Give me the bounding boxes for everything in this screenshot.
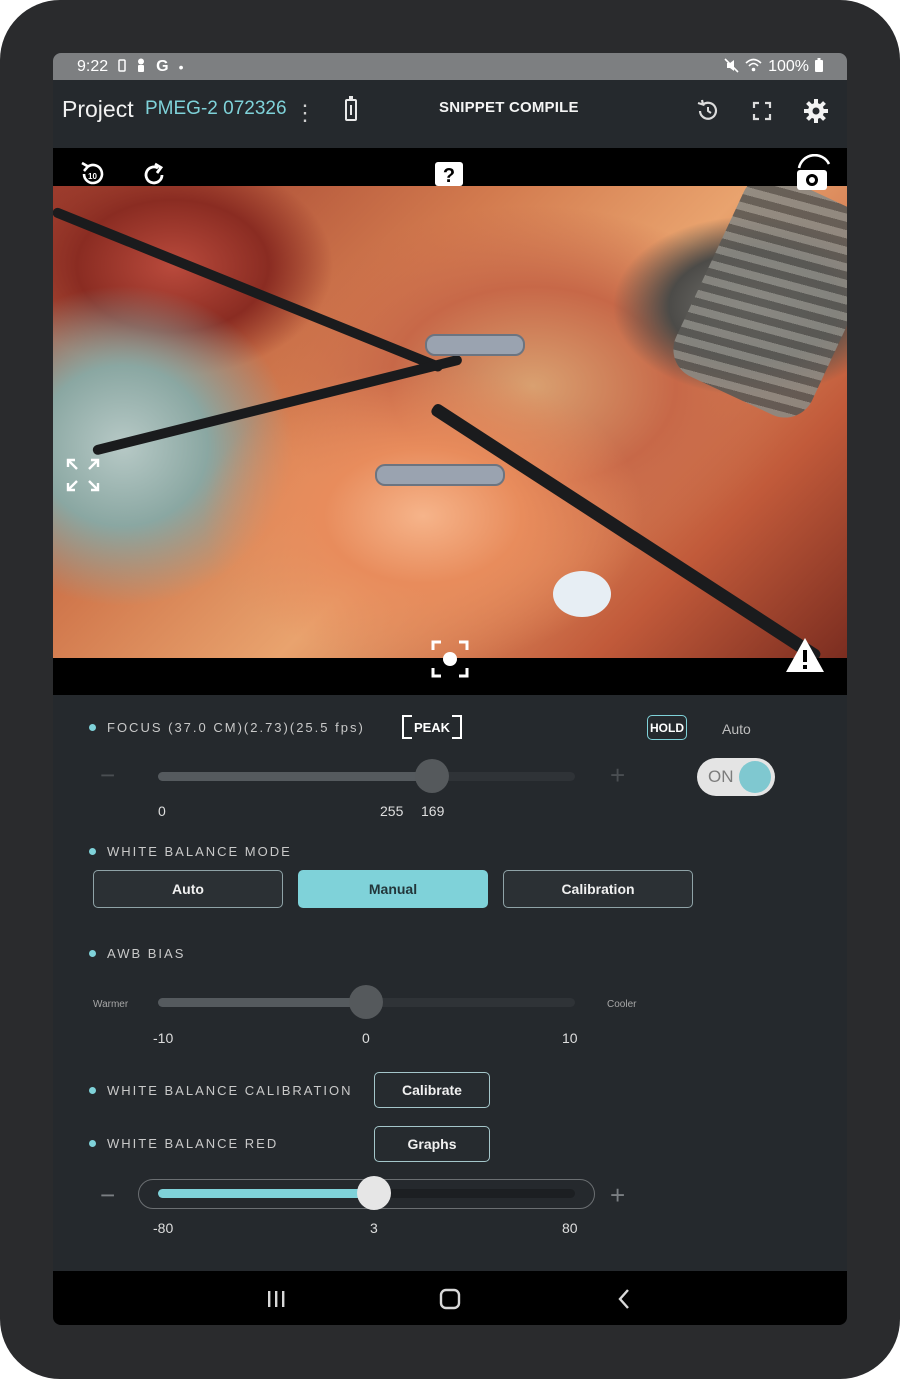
focus-increment-button[interactable]: +: [610, 762, 625, 788]
home-icon[interactable]: [435, 1285, 465, 1313]
refresh-icon[interactable]: [139, 160, 169, 190]
sim-icon: [118, 58, 126, 75]
help-icon[interactable]: ?: [434, 160, 464, 190]
focus-section-label: FOCUS (37.0 CM)(2.73)(25.5 fps): [89, 720, 365, 735]
awb-warmer-label: Warmer: [93, 999, 129, 1010]
svg-text:10: 10: [88, 172, 97, 181]
section-bullet: [89, 848, 96, 855]
awb-value-label: 0: [362, 1030, 370, 1046]
wb-mode-auto-button[interactable]: Auto: [93, 870, 283, 908]
focus-auto-label: Auto: [722, 721, 751, 737]
dot-icon: •: [178, 58, 184, 75]
wb-red-slider-thumb[interactable]: [357, 1176, 391, 1210]
status-time: 9:22: [77, 57, 109, 75]
history-icon[interactable]: [691, 94, 725, 128]
video-feed[interactable]: 10 ?: [53, 148, 847, 695]
wb-mode-label: WHITE BALANCE MODE: [107, 844, 292, 859]
wb-mode-calibration-button[interactable]: Calibration: [503, 870, 693, 908]
instrument: [429, 402, 823, 658]
battery-icon: [815, 58, 823, 75]
focus-value-label: 169: [421, 803, 445, 819]
calibrate-button[interactable]: Calibrate: [374, 1072, 490, 1108]
wb-red-decrement-button[interactable]: −: [100, 1182, 115, 1208]
pledget: [375, 464, 505, 486]
awb-max-label: 10: [562, 1030, 578, 1046]
awb-bias-label: AWB BIAS: [107, 946, 186, 961]
device-battery-icon: [345, 96, 357, 121]
section-bullet: [89, 724, 96, 731]
focus-min-label: 0: [158, 803, 166, 819]
settings-gear-icon[interactable]: [799, 94, 833, 128]
tablet-frame: 9:22 G • 100% Project PMEG-2 072326 ⋮ SN…: [0, 0, 900, 1379]
awb-slider-thumb[interactable]: [349, 985, 383, 1019]
graphs-button[interactable]: Graphs: [374, 1126, 490, 1162]
focus-slider-fill: [158, 772, 432, 781]
more-options-icon[interactable]: ⋮: [294, 97, 316, 129]
wifi-icon: [745, 58, 762, 75]
toggle-knob: [739, 761, 771, 793]
svg-text:?: ?: [443, 165, 455, 187]
project-label: Project: [62, 96, 134, 122]
wb-mode-section-label: WHITE BALANCE MODE: [89, 844, 292, 859]
mute-icon: [724, 57, 739, 76]
wb-red-label: WHITE BALANCE RED: [107, 1136, 279, 1151]
wb-red-section-label: WHITE BALANCE RED: [89, 1136, 278, 1151]
wb-calibration-label: WHITE BALANCE CALIBRATION: [107, 1083, 353, 1098]
snippet-compile-button[interactable]: SNIPPET COMPILE: [439, 99, 579, 116]
focus-label: FOCUS (37.0 CM)(2.73)(25.5 fps): [107, 720, 365, 735]
android-nav-bar: [53, 1271, 847, 1325]
hold-button[interactable]: HOLD: [647, 715, 687, 740]
toggle-on-label: ON: [708, 767, 734, 786]
wb-calibration-section-label: WHITE BALANCE CALIBRATION: [89, 1083, 353, 1098]
warning-icon[interactable]: [784, 635, 826, 675]
expand-icon[interactable]: [65, 457, 101, 493]
instrument: [91, 354, 463, 456]
suction-tube: [663, 186, 847, 428]
wb-red-max-label: 80: [562, 1220, 578, 1236]
wb-red-increment-button[interactable]: +: [610, 1182, 625, 1208]
awb-cooler-label: Cooler: [607, 999, 637, 1010]
pledget: [425, 334, 525, 356]
instrument: [53, 206, 445, 373]
focus-decrement-button[interactable]: −: [100, 762, 115, 788]
screen: 9:22 G • 100% Project PMEG-2 072326 ⋮ SN…: [53, 53, 847, 1325]
sponge: [553, 571, 611, 617]
surgical-video-image: [53, 186, 847, 658]
wb-red-min-label: -80: [153, 1220, 174, 1236]
focus-slider-thumb[interactable]: [415, 759, 449, 793]
battery-percent: 100%: [768, 57, 809, 75]
fullscreen-icon[interactable]: [745, 94, 779, 128]
awb-bias-section-label: AWB BIAS: [89, 946, 185, 961]
focus-max-label: 255: [380, 803, 404, 819]
person-icon: [136, 58, 146, 75]
focus-target-icon[interactable]: [430, 639, 470, 679]
section-bullet: [89, 950, 96, 957]
focus-auto-toggle[interactable]: ON: [697, 758, 775, 796]
section-bullet: [89, 1087, 96, 1094]
back-icon[interactable]: [609, 1285, 639, 1313]
project-name[interactable]: PMEG-2 072326: [145, 98, 287, 120]
app-header: Project PMEG-2 072326 ⋮ SNIPPET COMPILE: [53, 80, 847, 148]
camera-controls-panel: FOCUS (37.0 CM)(2.73)(25.5 fps) PEAK HOL…: [53, 695, 847, 1271]
wb-red-slider-fill: [158, 1189, 374, 1198]
awb-slider-fill: [158, 998, 366, 1007]
section-bullet: [89, 1140, 96, 1147]
recent-apps-icon[interactable]: [261, 1285, 291, 1313]
wb-mode-manual-button[interactable]: Manual: [298, 870, 488, 908]
peak-button[interactable]: PEAK: [402, 715, 462, 739]
awb-min-label: -10: [153, 1030, 174, 1046]
status-bar: 9:22 G • 100%: [53, 53, 847, 80]
replay-10-icon[interactable]: 10: [77, 158, 109, 190]
google-icon: G: [156, 57, 169, 75]
wb-red-value-label: 3: [370, 1220, 378, 1236]
camera-switch-icon[interactable]: [791, 154, 835, 190]
